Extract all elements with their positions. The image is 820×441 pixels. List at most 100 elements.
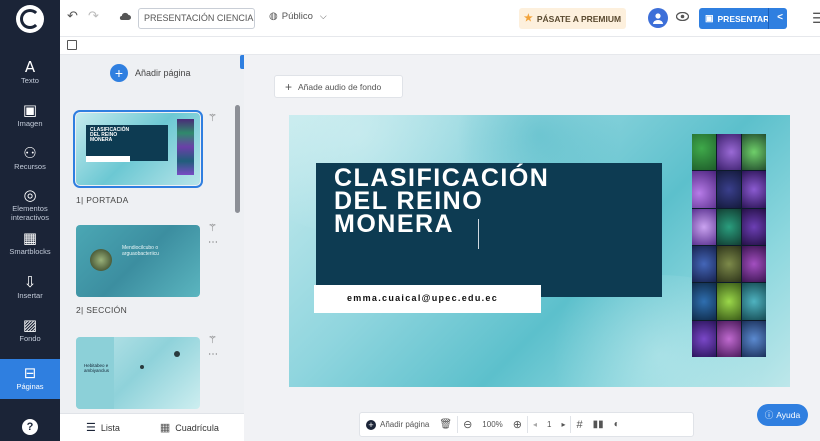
redo-icon[interactable]: ↷ xyxy=(88,9,99,24)
columns-icon: ▮▮ xyxy=(592,419,604,430)
trash-icon: 🗑︎ xyxy=(439,419,453,430)
palette-icon: ◐ xyxy=(613,419,620,430)
grid-icon: ▦ xyxy=(159,422,171,434)
grid-toggle-button[interactable]: # xyxy=(571,419,587,431)
help-button[interactable]: ⓘ Ayuda xyxy=(757,404,808,426)
scrollbar[interactable] xyxy=(235,105,240,213)
zoom-level[interactable]: 100% xyxy=(477,420,507,429)
document-title-input[interactable]: PRESENTACIÓN CIENCIA... xyxy=(138,8,255,29)
preview-eye-icon[interactable] xyxy=(675,11,689,25)
insert-icon: ⇩ xyxy=(23,273,37,291)
genially-logo[interactable] xyxy=(16,5,44,33)
rail-item-pages[interactable]: ⊟ Páginas xyxy=(0,359,60,399)
rail-item-smartblocks[interactable]: ▦ Smartblocks xyxy=(0,229,60,263)
present-label: PRESENTAR xyxy=(717,13,770,24)
grid-view-button[interactable]: ▦ Cuadrícula xyxy=(120,421,219,434)
delete-page-button[interactable]: 🗑︎ xyxy=(434,419,457,430)
slide-email: emma.cuaical@upec.edu.ec xyxy=(347,293,499,303)
zoom-out-icon: ⊖ xyxy=(463,419,473,431)
thumb-text: Mendiocilcubo o arguaobacteriicu xyxy=(122,245,159,257)
page-label: 2| SECCIÓN xyxy=(76,305,128,315)
page-number[interactable]: 1 xyxy=(542,420,556,429)
list-view-button[interactable]: ☰ Lista xyxy=(60,421,120,434)
rail-item-resources[interactable]: ⚇ Recursos xyxy=(0,144,60,178)
interactive-icon: ◎ xyxy=(23,186,37,204)
user-avatar[interactable] xyxy=(648,8,668,28)
magic-wand-icon[interactable]: ⚚ xyxy=(208,113,217,124)
menu-icon[interactable]: ☰ xyxy=(812,10,820,27)
zoom-in-icon: ⊕ xyxy=(512,419,522,431)
text-cursor xyxy=(478,219,479,249)
slide-title[interactable]: CLASIFICACIÓN DEL REINO MONERA xyxy=(334,166,549,237)
thumb-email-bar xyxy=(86,156,130,162)
premium-button[interactable]: ★ PÁSATE A PREMIUM xyxy=(519,8,626,29)
present-button[interactable]: ▣ PRESENTAR < xyxy=(699,8,787,29)
more-options-icon[interactable]: ⋯ xyxy=(208,237,218,248)
add-page-button[interactable]: + Añadir página xyxy=(110,64,191,82)
plus-icon: + xyxy=(285,79,293,94)
panel-view-toggle: ☰ Lista ▦ Cuadrícula xyxy=(60,413,244,441)
canvas-area: + Añade audio de fondo CLASIFICACIÓN DEL… xyxy=(244,55,820,441)
thumb-title: CLASIFICACIÓN DEL REINO MONERA xyxy=(90,127,130,143)
rail-item-interactive[interactable]: ◎ Elementos interactivos xyxy=(0,186,60,222)
thumb-text: Hebitabeo e ambiyanclus xyxy=(84,363,110,373)
slide-canvas[interactable]: CLASIFICACIÓN DEL REINO MONERA emma.cuai… xyxy=(289,115,790,387)
audio-label: Añade audio de fondo xyxy=(298,81,382,92)
rail-label: Páginas xyxy=(16,382,44,391)
rail-label: Imagen xyxy=(17,119,43,128)
rail-label: Fondo xyxy=(19,334,41,343)
checkbox-icon[interactable] xyxy=(67,40,77,50)
premium-label: PÁSATE A PREMIUM xyxy=(536,13,622,24)
help-label: Ayuda xyxy=(776,410,801,420)
globe-icon: ◍ xyxy=(269,11,278,22)
rail-item-background[interactable]: ▨ Fondo xyxy=(0,316,60,350)
thumb-dot xyxy=(140,365,144,369)
rail-item-insert[interactable]: ⇩ Insertar xyxy=(0,273,60,307)
thumb-dot xyxy=(174,351,180,357)
page-thumbnail-2[interactable]: Mendiocilcubo o arguaobacteriicu xyxy=(76,225,200,297)
bacteria-image-collage[interactable] xyxy=(692,134,766,357)
help-icon[interactable]: ? xyxy=(22,419,38,435)
page-thumbnail-3[interactable]: Hebitabeo e ambiyanclus xyxy=(76,337,200,409)
rail-label: Texto xyxy=(21,76,39,85)
add-audio-button[interactable]: + Añade audio de fondo xyxy=(274,75,403,98)
cloud-icon xyxy=(119,12,131,21)
thumb-bacteria-image xyxy=(90,249,112,271)
divider xyxy=(768,8,769,29)
rail-item-image[interactable]: ▣ Imagen xyxy=(0,101,60,135)
thumb-side-block xyxy=(76,337,114,409)
email-box[interactable]: emma.cuaical@upec.edu.ec xyxy=(314,285,541,313)
theme-button[interactable]: ◐ xyxy=(609,419,625,430)
resources-icon: ⚇ xyxy=(23,144,37,162)
more-options-icon[interactable]: ⋯ xyxy=(208,349,218,360)
pages-panel: + Añadir página ⇱ CLASIFICACIÓN DEL REIN… xyxy=(60,55,254,441)
image-icon: ▣ xyxy=(22,101,38,119)
page-thumbnail-1[interactable]: CLASIFICACIÓN DEL REINO MONERA xyxy=(73,110,203,188)
grid-label: Cuadrícula xyxy=(175,422,219,433)
share-icon[interactable]: < xyxy=(777,12,783,23)
question-icon: ⓘ xyxy=(764,410,774,420)
smartblocks-icon: ▦ xyxy=(22,229,38,247)
text-icon: A xyxy=(24,58,36,76)
prev-page-button[interactable]: ◂ xyxy=(528,420,542,429)
next-page-button[interactable]: ▸ xyxy=(556,420,570,429)
visibility-dropdown[interactable]: ◍ Público ⌵ xyxy=(269,11,327,22)
magic-wand-icon[interactable]: ⚚ xyxy=(208,335,217,346)
undo-icon[interactable]: ↶ xyxy=(67,9,78,24)
add-page-bottom-button[interactable]: + Añadir página xyxy=(360,419,434,430)
plus-icon: + xyxy=(110,64,128,82)
page-label: 1| PORTADA xyxy=(76,195,129,205)
thumb-collage xyxy=(177,119,194,175)
zoom-in-button[interactable]: ⊕ xyxy=(508,418,527,431)
magic-wand-icon[interactable]: ⚚ xyxy=(208,223,217,234)
add-page-label: Añadir página xyxy=(380,420,430,429)
list-label: Lista xyxy=(100,422,120,433)
sub-toolbar xyxy=(60,37,820,55)
plus-circle-icon: + xyxy=(366,419,376,430)
star-icon: ★ xyxy=(523,13,533,24)
top-bar: ↶ ↷ PRESENTACIÓN CIENCIA... ◍ Público ⌵ … xyxy=(60,0,820,37)
layout-button[interactable]: ▮▮ xyxy=(588,419,609,430)
background-icon: ▨ xyxy=(22,316,38,334)
zoom-out-button[interactable]: ⊖ xyxy=(458,418,477,431)
rail-item-text[interactable]: A Texto xyxy=(0,58,60,92)
